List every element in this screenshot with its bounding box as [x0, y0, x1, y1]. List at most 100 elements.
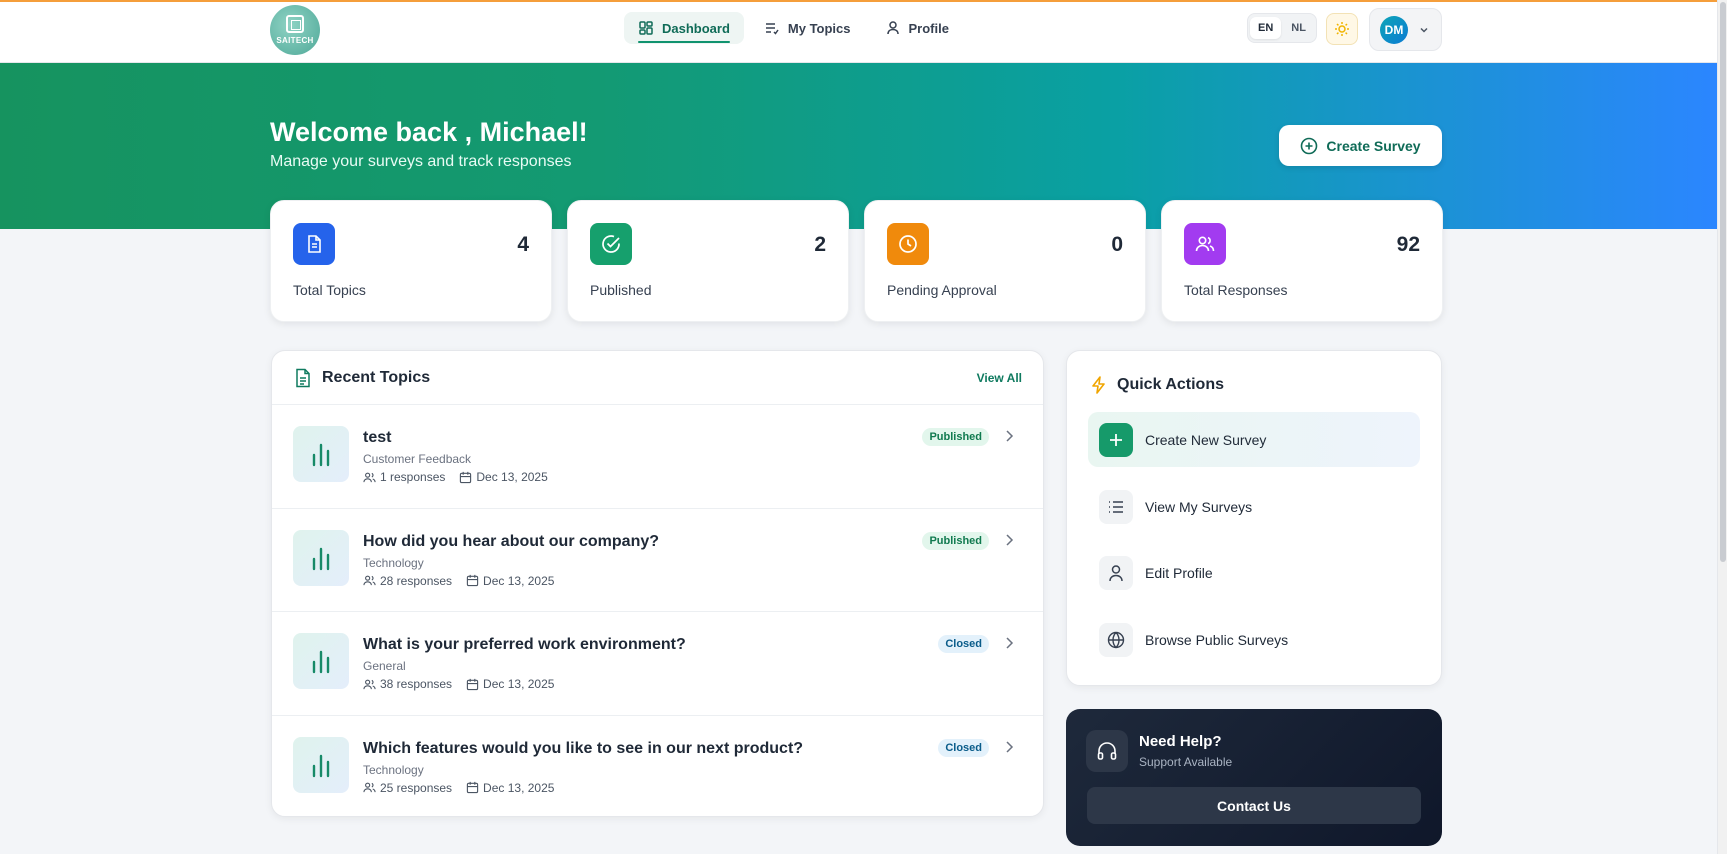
stat-value: 92	[1396, 233, 1420, 256]
topic-title: What is your preferred work environment?	[363, 636, 686, 653]
nav-my-topics[interactable]: My Topics	[750, 12, 865, 44]
headphones-icon	[1086, 730, 1128, 772]
topic-category: Customer Feedback	[363, 452, 472, 466]
help-title: Need Help?	[1139, 733, 1222, 750]
stat-value: 0	[1111, 233, 1123, 256]
help-card: Need Help? Support Available Contact Us	[1066, 709, 1442, 846]
action-label: Create New Survey	[1145, 431, 1267, 448]
theme-toggle-button[interactable]	[1326, 13, 1358, 45]
avatar: DM	[1380, 15, 1408, 44]
main-nav: Dashboard My Topics Profile	[624, 12, 963, 44]
view-my-surveys-action[interactable]: View My Surveys	[1088, 479, 1420, 534]
lang-en-button[interactable]: EN	[1250, 17, 1282, 39]
scrollbar-thumb[interactable]	[1720, 2, 1726, 562]
calendar-icon	[466, 574, 479, 587]
create-survey-button[interactable]: Create Survey	[1279, 125, 1442, 166]
chip-icon	[286, 15, 304, 33]
view-all-link[interactable]: View All	[977, 371, 1022, 385]
nav-profile[interactable]: Profile	[871, 12, 963, 44]
recent-topics-header: Recent Topics View All	[272, 351, 1043, 405]
list-check-icon	[765, 23, 779, 35]
chevron-down-icon	[1420, 27, 1428, 33]
calendar-icon	[466, 781, 479, 794]
calendar-icon	[460, 471, 472, 483]
topic-row[interactable]: How did you hear about our company? Tech…	[272, 509, 1043, 612]
chevron-right-icon	[1006, 637, 1014, 649]
quick-actions-header: Quick Actions	[1089, 375, 1224, 395]
topic-title: How did you hear about our company?	[363, 532, 660, 550]
status-badge: Published	[922, 428, 989, 446]
stat-card-pending-approval: 0 Pending Approval	[864, 200, 1146, 322]
top-navbar: SAITECH Dashboard My Topics Profile EN N…	[0, 2, 1717, 63]
users-icon	[363, 575, 376, 586]
bar-chart-icon	[293, 736, 349, 793]
welcome-subtitle: Manage your surveys and track responses	[270, 153, 572, 170]
list-icon	[1099, 489, 1133, 524]
plus-icon	[1099, 422, 1133, 457]
topic-row[interactable]: What is your preferred work environment?…	[272, 612, 1043, 716]
status-badge: Published	[922, 531, 989, 550]
create-new-survey-action[interactable]: Create New Survey	[1088, 412, 1420, 467]
browse-public-surveys-action[interactable]: Browse Public Surveys	[1088, 612, 1420, 667]
document-icon	[293, 223, 335, 265]
topic-responses: 28 responses	[363, 574, 452, 588]
edit-profile-action[interactable]: Edit Profile	[1088, 545, 1420, 600]
topic-meta: 38 responses Dec 13, 2025	[363, 677, 554, 691]
topic-category: General	[363, 659, 406, 673]
users-icon	[1184, 223, 1226, 265]
bar-chart-icon	[293, 426, 349, 482]
calendar-icon	[466, 678, 479, 690]
action-label: Edit Profile	[1145, 564, 1213, 581]
lightning-icon	[1092, 376, 1105, 394]
topic-row[interactable]: test Customer Feedback 1 responses Dec 1…	[272, 405, 1043, 509]
nav-my-topics-label: My Topics	[787, 20, 851, 36]
brand-logo-text: SAITECH	[276, 36, 314, 45]
topic-date: Dec 13, 2025	[459, 470, 548, 484]
chevron-right-icon	[1006, 740, 1014, 753]
topic-meta: 28 responses Dec 13, 2025	[363, 574, 554, 588]
topic-date: Dec 13, 2025	[466, 677, 554, 691]
quick-actions-title: Quick Actions	[1117, 376, 1224, 393]
status-badge: Closed	[938, 635, 989, 653]
chevron-right-icon	[1006, 533, 1014, 546]
users-icon	[363, 782, 376, 793]
topic-responses: 38 responses	[363, 677, 452, 691]
sun-icon	[1335, 22, 1349, 36]
stat-value: 4	[517, 233, 529, 256]
topic-date: Dec 13, 2025	[466, 781, 554, 795]
contact-us-button[interactable]: Contact Us	[1087, 787, 1421, 824]
globe-icon	[1099, 622, 1133, 657]
dashboard-icon	[639, 21, 653, 35]
users-icon	[363, 679, 376, 689]
topic-responses: 1 responses	[363, 470, 445, 484]
topic-row[interactable]: Which features would you like to see in …	[272, 716, 1043, 817]
bar-chart-icon	[293, 529, 349, 586]
status-badge: Closed	[938, 738, 989, 757]
lang-nl-button[interactable]: NL	[1283, 17, 1314, 39]
stat-card-total-topics: 4 Total Topics	[270, 200, 552, 322]
user-icon	[1099, 555, 1133, 590]
action-label: Browse Public Surveys	[1145, 631, 1289, 648]
action-label: View My Surveys	[1145, 498, 1253, 515]
topic-category: Technology	[363, 555, 424, 570]
language-switcher: EN NL	[1247, 13, 1317, 43]
stat-label: Total Responses	[1184, 282, 1288, 298]
stat-value: 2	[814, 233, 826, 256]
brand-logo[interactable]: SAITECH	[270, 5, 320, 55]
user-icon	[886, 21, 899, 35]
stat-label: Total Topics	[293, 282, 366, 298]
user-menu-button[interactable]: DM	[1369, 8, 1442, 51]
page-scrollbar[interactable]	[1717, 0, 1727, 854]
topic-meta: 1 responses Dec 13, 2025	[363, 470, 548, 484]
stat-card-published: 2 Published	[567, 200, 849, 322]
stat-label: Published	[590, 282, 652, 298]
stats-row: 4 Total Topics 2 Published 0 Pending App…	[270, 200, 1443, 322]
topic-responses: 25 responses	[363, 781, 452, 795]
nav-profile-label: Profile	[908, 20, 949, 36]
topic-title: Which features would you like to see in …	[363, 739, 804, 757]
nav-dashboard[interactable]: Dashboard	[624, 12, 744, 44]
topic-category: Technology	[363, 762, 424, 777]
welcome-heading: Welcome back , Michael!	[270, 117, 588, 147]
bar-chart-icon	[293, 633, 349, 689]
stat-label: Pending Approval	[887, 282, 997, 298]
